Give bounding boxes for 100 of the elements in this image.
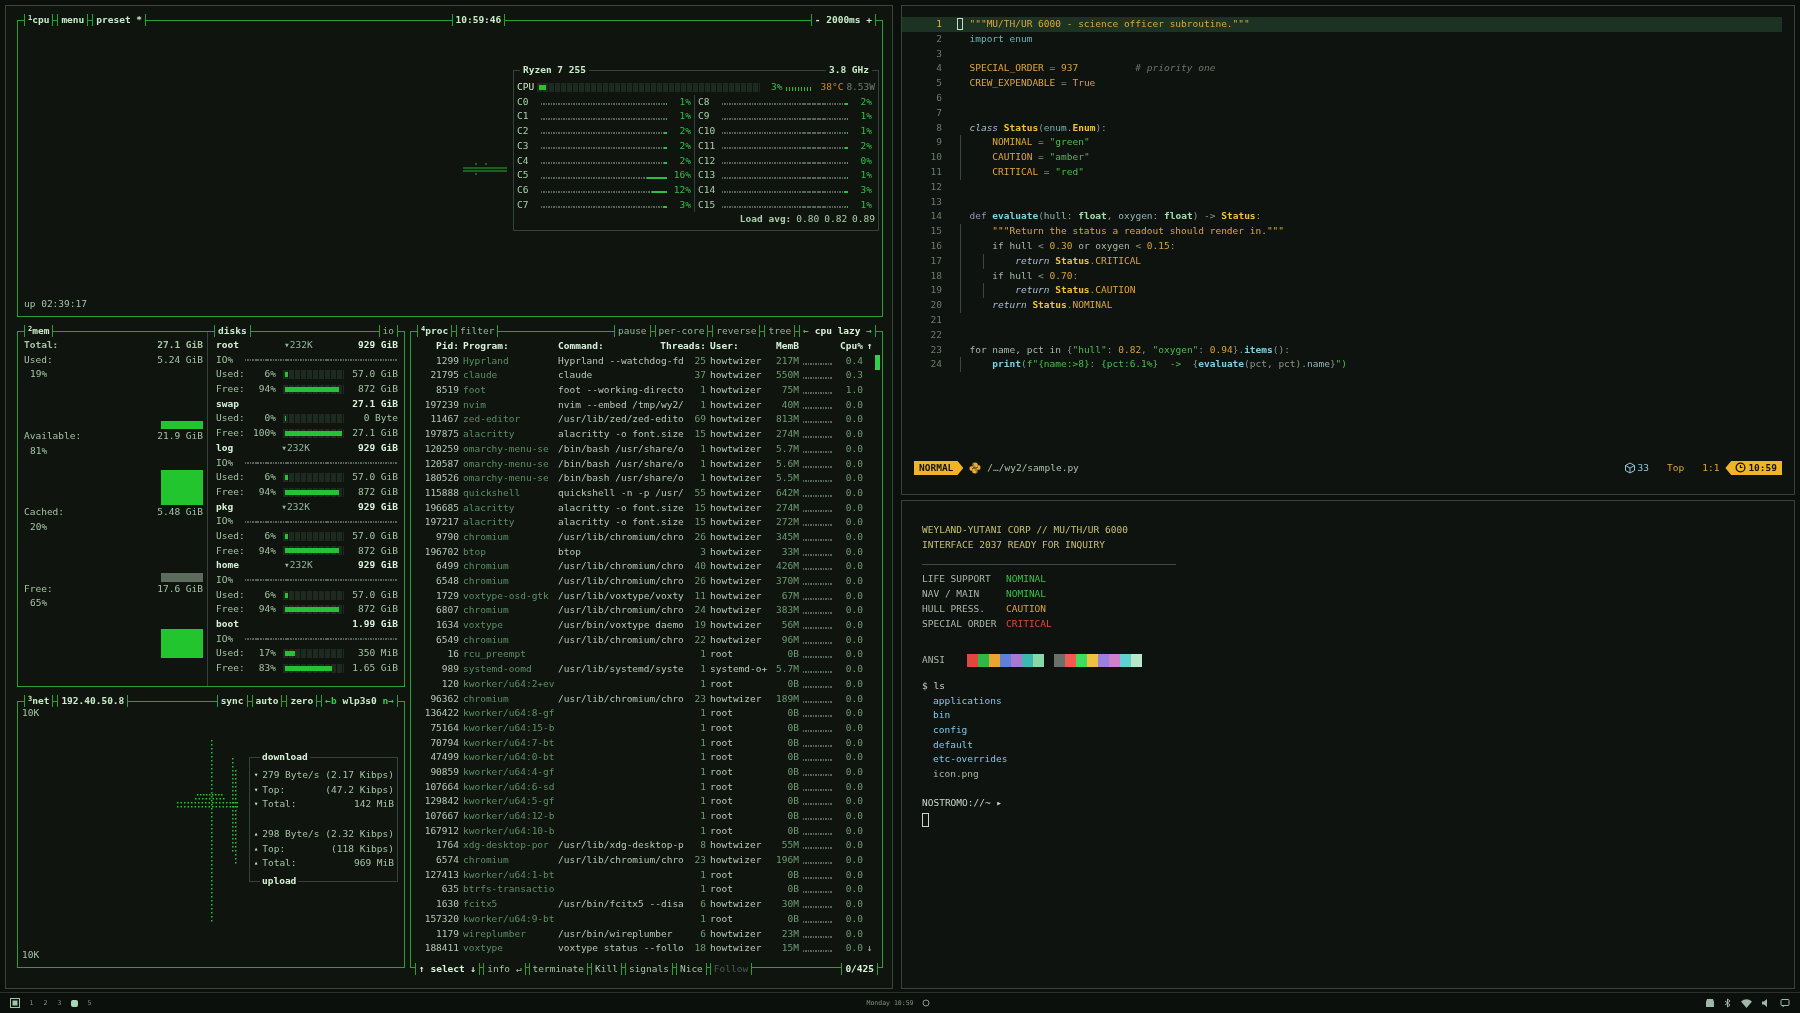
table-cell-text: kworker/u64:10-b [463, 823, 554, 838]
cpu-history-graph [803, 671, 833, 674]
table-cell-text: 11 [693, 588, 706, 603]
interval-increase[interactable]: + [866, 14, 872, 25]
column-header[interactable]: Cpu% [837, 339, 863, 354]
meter-label: Used: [216, 411, 246, 426]
table-cell-text: howtwizer [710, 853, 763, 868]
meter-label: Free: [216, 543, 246, 558]
table-cell-text: 1 [699, 764, 706, 779]
toggle-option[interactable]: pause [614, 325, 651, 337]
action-button[interactable]: signals [624, 963, 673, 975]
code-line: SPECIAL_ORDER = 937 # priority one [969, 62, 1216, 74]
line-number: 8 [935, 120, 943, 135]
column-header[interactable]: Threads: [660, 339, 706, 354]
table-cell-text: 0.0 [844, 720, 863, 735]
table-cell-text: 197875 [423, 427, 459, 442]
action-button[interactable]: Kill [591, 963, 622, 975]
table-cell-text: /usr/lib/chromium/chro [558, 574, 685, 588]
cursor-position: 1:1 [1702, 460, 1720, 475]
preset-button[interactable]: preset * [92, 14, 147, 26]
menu-button[interactable]: menu [57, 14, 89, 26]
filter-button[interactable]: filter [456, 325, 499, 337]
table-cell-text: 3 [699, 544, 706, 559]
core-name: C3 [517, 138, 530, 153]
table-cell-text: 0.0 [844, 456, 863, 471]
net-option[interactable]: sync [216, 695, 248, 707]
next-interface[interactable]: n→ [382, 695, 394, 706]
table-cell-text: kworker/u64:2+ev [463, 676, 554, 691]
table-cell-text: 189M [775, 691, 799, 706]
table-cell-text: 1.0 [844, 383, 863, 398]
system-label: SPECIAL ORDER [922, 616, 998, 631]
meter-percent: 6% [263, 587, 276, 602]
wifi-icon[interactable] [1741, 998, 1752, 1008]
core-name: C0 [517, 94, 530, 109]
io-toggle[interactable]: io [378, 325, 398, 337]
interval-decrease[interactable]: - [814, 14, 821, 25]
launcher-icon[interactable] [10, 998, 20, 1008]
column-header[interactable]: MemB [772, 339, 799, 354]
table-cell-text: 47499 [429, 750, 459, 765]
table-cell-text: 56M [780, 618, 799, 633]
table-cell-text: 1 [699, 779, 706, 794]
table-cell-text: 40M [780, 397, 799, 412]
table-cell-text: howtwizer [710, 412, 763, 427]
disk-size: 929 GiB [357, 338, 398, 352]
cpu-history-graph [803, 509, 833, 512]
table-cell-text: 67M [780, 588, 799, 603]
table-cell-text: 642M [775, 485, 799, 500]
sort-previous[interactable]: ← [803, 325, 810, 336]
code-line: print(f"{name:>8}: {pct:6.1%} -> {evaluate(pct, pct).name}") [991, 358, 1348, 370]
table-cell-text: 23 [693, 853, 706, 868]
table-cell-text: 15 [693, 427, 706, 442]
table-cell-text: 188411 [423, 941, 459, 956]
toggle-option[interactable]: reverse [712, 325, 761, 337]
scroll-down-icon[interactable]: ↓ [867, 941, 875, 956]
action-button[interactable]: ↑ select ↓ [415, 963, 481, 975]
table-cell-text: 120 [440, 676, 459, 691]
previous-interface[interactable]: ←b [325, 695, 337, 706]
disk-name: boot [216, 617, 239, 632]
table-cell-text: 26 [693, 574, 706, 588]
scrollbar-thumb[interactable] [875, 355, 880, 370]
table-cell-text: 19 [693, 618, 706, 633]
core-percent: 12% [672, 182, 691, 197]
table-cell-text: 0B [786, 794, 799, 809]
interface-name: wlp3s0 [342, 695, 377, 706]
table-cell-text: howtwizer [710, 427, 763, 442]
traffic-label: 279 Byte/s [262, 768, 321, 783]
workspace-button[interactable] [71, 999, 78, 1007]
column-header[interactable]: Pid: [415, 339, 459, 354]
column-header[interactable]: User: [710, 339, 768, 354]
table-cell-text: 5.7M [775, 662, 799, 677]
table-cell-text: 0.0 [844, 926, 863, 941]
table-cell-text: kworker/u64:4-gf [463, 764, 554, 779]
disk-name: root [216, 338, 239, 352]
column-header[interactable]: Program: [463, 339, 554, 354]
disk-io-rate: ▾232K [284, 338, 313, 352]
table-cell-text: 107664 [423, 779, 459, 794]
package-icon[interactable] [1705, 998, 1715, 1008]
table-cell-text: 0.0 [844, 706, 863, 721]
notification-icon[interactable] [1780, 998, 1790, 1008]
action-button[interactable]: terminate [528, 963, 588, 975]
net-option[interactable]: zero [286, 695, 318, 707]
table-cell-text: kworker/u64:6-sd [463, 779, 554, 794]
toggle-option[interactable]: tree [764, 325, 796, 337]
action-button[interactable]: info ↵ [483, 963, 526, 975]
column-header[interactable]: Command: [558, 339, 604, 354]
table-cell-text: 5.7M [775, 441, 799, 456]
sort-order-icon[interactable]: ↑ [867, 339, 875, 354]
traffic-value: (2.17 Kibps) [325, 768, 394, 783]
action-button[interactable]: Nice [675, 963, 707, 975]
uptime: up 02:39:17 [24, 297, 87, 312]
line-number: 11 [929, 164, 943, 179]
net-option[interactable]: auto [251, 695, 283, 707]
table-cell-text: Hyprland [463, 353, 510, 368]
table-cell-text: foot --working-directo [558, 383, 685, 398]
table-cell-text: 0.0 [844, 676, 863, 691]
table-cell-text: wireplumber [463, 926, 527, 941]
sort-next[interactable]: → [866, 325, 872, 336]
cpu-history-graph [803, 465, 833, 468]
toggle-option[interactable]: per-core [654, 325, 709, 337]
bluetooth-icon[interactable] [1724, 998, 1732, 1008]
